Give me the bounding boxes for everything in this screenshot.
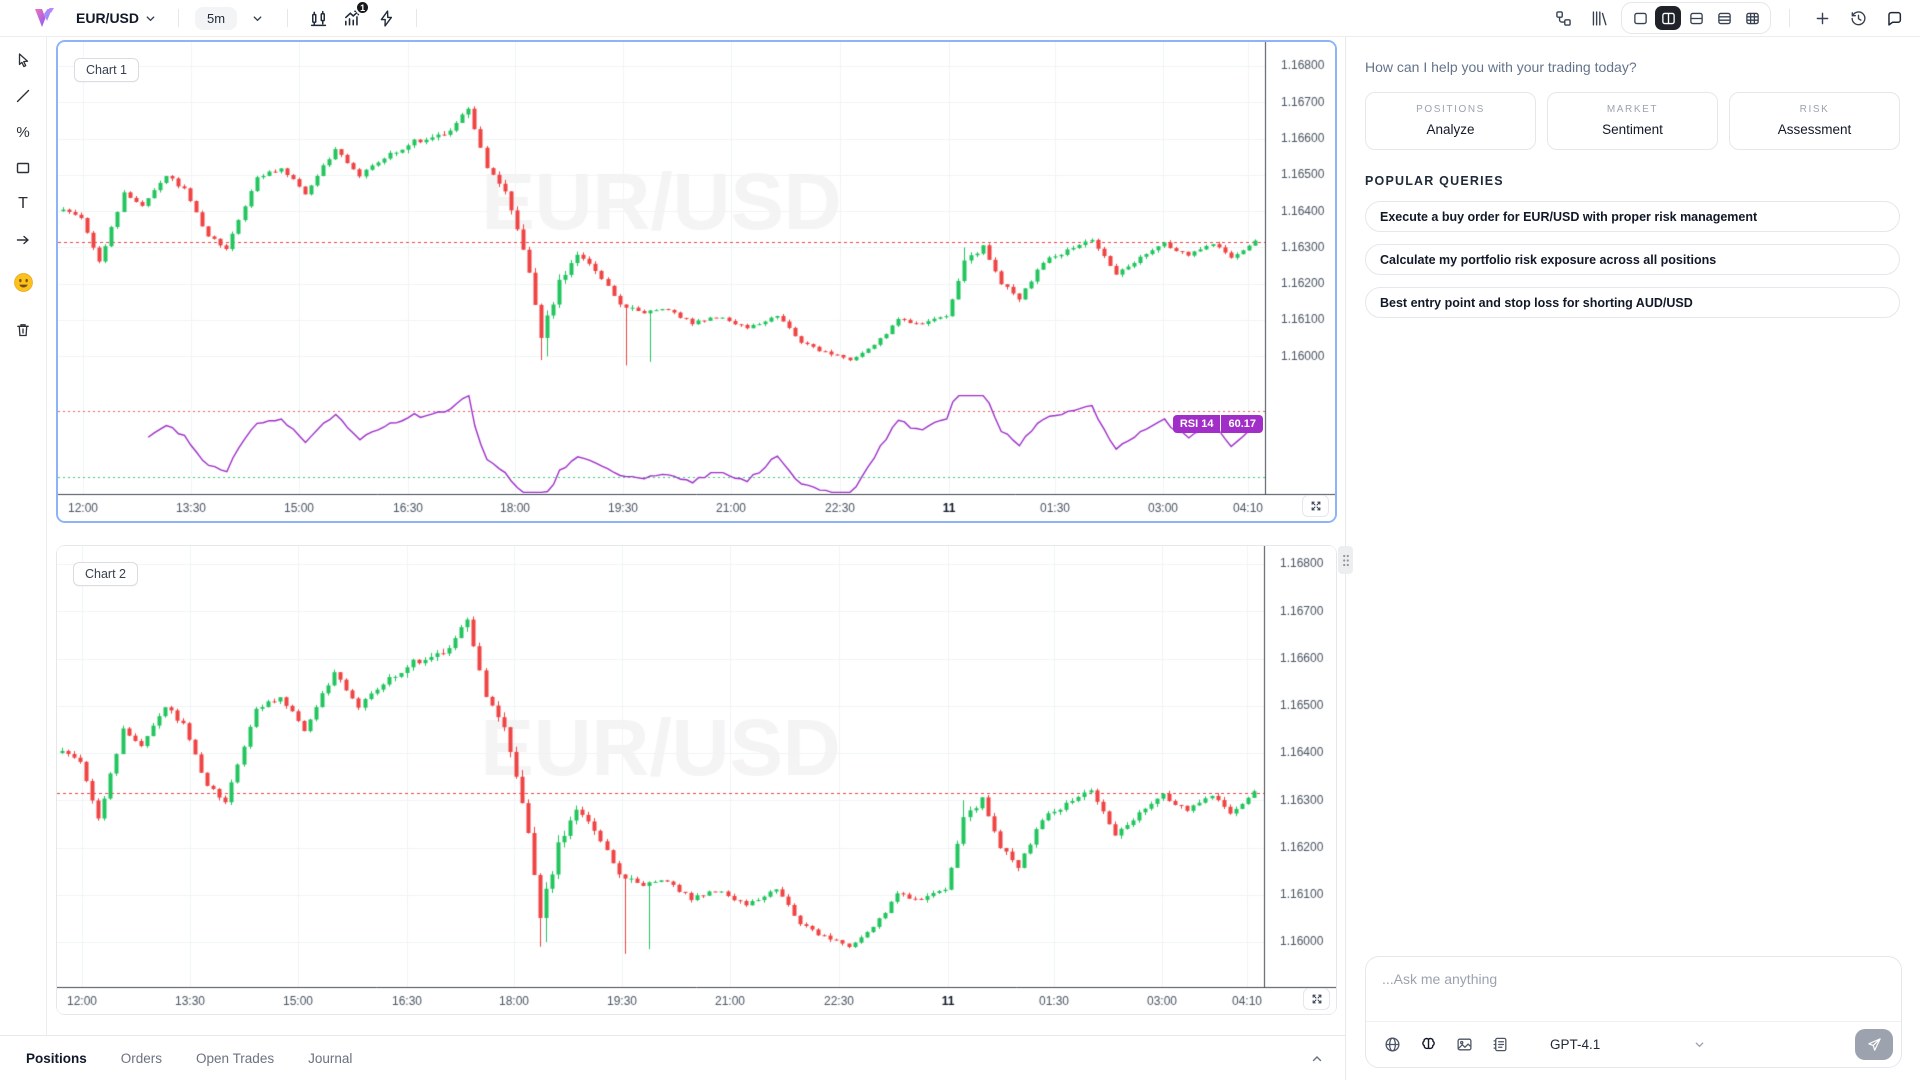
chart1-panel: Chart 1 RSI 14 60.17 [56,40,1337,523]
chevron-down-icon [252,13,263,24]
panel-collapse-button[interactable] [1305,1047,1329,1071]
top-toolbar: EUR/USD 5m [0,0,1920,37]
attach-image-icon[interactable] [1452,1033,1476,1057]
card-kicker: POSITIONS [1372,104,1529,115]
quick-action-cards: POSITIONS Analyze MARKET Sentiment RISK … [1365,92,1900,150]
trash-tool-button[interactable] [9,318,37,342]
candlestick-chart-icon[interactable] [304,5,332,31]
timeframe-label: 5m [207,11,225,26]
drawing-tool-rail: % T [0,37,47,1035]
timeframe-chip[interactable]: 5m [195,7,237,30]
emoji-tool-button[interactable] [9,270,37,294]
send-button[interactable] [1855,1029,1893,1060]
layout-grid-button[interactable] [1739,6,1765,30]
card-kicker: MARKET [1554,104,1711,115]
app-logo-icon [32,6,56,30]
chart1-label[interactable]: Chart 1 [74,58,139,82]
percent-tool-button[interactable]: % [9,120,37,144]
chart1-canvas[interactable] [58,42,1335,521]
reasoning-brain-icon[interactable] [1416,1033,1440,1057]
expand-icon [1311,993,1323,1005]
chevron-down-icon [145,13,156,24]
indicator-count-badge: 1 [355,0,370,15]
layout-rows-button[interactable] [1711,6,1737,30]
chart1-expand-button[interactable] [1302,495,1329,517]
chevron-down-icon [1694,1039,1705,1050]
text-tool-button[interactable]: T [9,192,37,216]
ai-assistant-panel: How can I help you with your trading tod… [1345,37,1920,1080]
model-name: GPT-4.1 [1550,1037,1600,1052]
popular-queries-title: POPULAR QUERIES [1365,174,1900,188]
tab-positions[interactable]: Positions [26,1051,87,1066]
chat-toggle-icon[interactable] [1880,5,1908,31]
rsi-indicator-badge[interactable]: RSI 14 60.17 [1173,415,1263,433]
symbol-selector[interactable]: EUR/USD [70,6,162,30]
link-nodes-icon[interactable] [1549,5,1577,31]
model-selector[interactable]: GPT-4.1 [1550,1037,1705,1052]
cursor-tool-button[interactable] [9,48,37,72]
toolbar-divider [1789,9,1790,27]
trend-line-tool-button[interactable] [9,84,37,108]
chart2-label[interactable]: Chart 2 [73,562,138,586]
timeframe-dropdown[interactable] [243,5,271,31]
toolbar-divider [178,9,179,27]
history-icon[interactable] [1844,5,1872,31]
paper-plane-icon [1867,1037,1882,1052]
chart2-expand-button[interactable] [1303,988,1330,1010]
rsi-label: RSI 14 [1173,415,1221,433]
library-icon[interactable] [1585,5,1613,31]
query-suggestion[interactable]: Best entry point and stop loss for short… [1365,287,1900,318]
indicators-icon[interactable]: 1 [338,5,366,31]
chat-tools-row: GPT-4.1 [1366,1021,1901,1067]
notes-icon[interactable] [1488,1033,1512,1057]
lightning-icon[interactable] [372,5,400,31]
chat-input-box: GPT-4.1 [1365,956,1902,1068]
card-market-sentiment[interactable]: MARKET Sentiment [1547,92,1718,150]
trading-app: EUR/USD 5m [0,0,1920,1080]
query-suggestion[interactable]: Execute a buy order for EUR/USD with pro… [1365,201,1900,232]
card-risk-assessment[interactable]: RISK Assessment [1729,92,1900,150]
card-label: Analyze [1372,122,1529,137]
layout-switcher [1621,2,1771,34]
chart2-panel: Chart 2 [56,545,1337,1015]
card-kicker: RISK [1736,104,1893,115]
tab-journal[interactable]: Journal [308,1051,352,1066]
query-suggestion[interactable]: Calculate my portfolio risk exposure acr… [1365,244,1900,275]
web-search-icon[interactable] [1380,1033,1404,1057]
toolbar-divider [416,9,417,27]
card-label: Assessment [1736,122,1893,137]
bottom-panel-tabs: Positions Orders Open Trades Journal [0,1035,1345,1080]
card-label: Sentiment [1554,122,1711,137]
add-chart-icon[interactable] [1808,5,1836,31]
layout-two-columns-button[interactable] [1655,6,1681,30]
chart2-canvas[interactable] [57,546,1336,1014]
assistant-greeting: How can I help you with your trading tod… [1365,59,1900,75]
rectangle-tool-button[interactable] [9,156,37,180]
layout-two-rows-button[interactable] [1683,6,1709,30]
layout-single-button[interactable] [1627,6,1653,30]
arrow-tool-button[interactable] [9,228,37,252]
chat-input[interactable] [1366,957,1901,1021]
grip-dots-icon [1342,554,1350,567]
rsi-value: 60.17 [1221,415,1263,433]
tab-orders[interactable]: Orders [121,1051,162,1066]
card-positions-analyze[interactable]: POSITIONS Analyze [1365,92,1536,150]
toolbar-divider [287,9,288,27]
tab-open-trades[interactable]: Open Trades [196,1051,274,1066]
chevron-up-icon [1311,1053,1323,1065]
panel-resize-handle[interactable] [1338,546,1353,574]
symbol-label: EUR/USD [76,10,139,26]
expand-icon [1310,500,1322,512]
